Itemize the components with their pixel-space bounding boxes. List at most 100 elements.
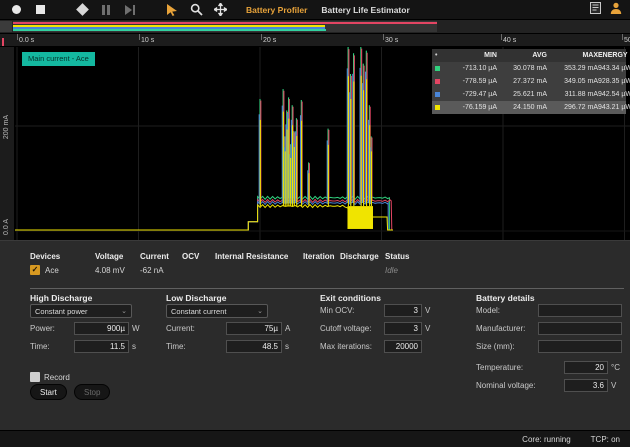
temperature-unit: °C	[611, 363, 620, 372]
stop-icon[interactable]	[32, 3, 48, 17]
internal-resistance-header: Internal Resistance	[215, 252, 288, 261]
nominal-voltage-unit: V	[611, 381, 616, 390]
start-button[interactable]: Start	[30, 384, 67, 400]
tab-battery-profiler[interactable]: Battery Profiler	[246, 5, 307, 15]
iteration-header: Iteration	[303, 252, 335, 261]
user-icon[interactable]	[610, 1, 622, 19]
devices-header: Devices	[30, 252, 60, 261]
chart-series-badge[interactable]: Main current - Ace	[22, 52, 95, 66]
cutoff-voltage-input[interactable]: 3	[384, 322, 422, 335]
ld-current-input[interactable]: 75µ	[226, 322, 282, 335]
voltage-header: Voltage	[95, 252, 123, 261]
high-discharge-title: High Discharge	[30, 293, 92, 303]
nominal-voltage-label: Nominal voltage:	[476, 381, 536, 390]
stats-table[interactable]: • MIN AVG MAX ENERGY -713.10 µA30.078 mA…	[432, 49, 626, 114]
ld-time-label: Time:	[166, 342, 186, 351]
low-discharge-mode-select[interactable]: Constant current⌄	[166, 304, 268, 318]
section-divider	[30, 288, 624, 289]
ld-time-input[interactable]: 48.5	[226, 340, 282, 353]
pan-icon[interactable]	[212, 3, 228, 17]
configuration-panel: Devices Voltage Current OCV Internal Res…	[0, 240, 630, 430]
core-status: Core: running	[522, 435, 570, 444]
log-icon[interactable]	[590, 1, 601, 19]
discharge-header: Discharge	[340, 252, 379, 261]
series-color-chip	[435, 79, 440, 84]
time-tick: 50 s	[624, 37, 630, 44]
manufacturer-input[interactable]	[538, 322, 622, 335]
chevron-down-icon: ⌄	[121, 307, 127, 315]
current-chart[interactable]: 200 mA 0.0 A Main current - Ace • MIN AV…	[0, 47, 630, 240]
record-checkbox[interactable]	[30, 372, 40, 382]
battery-details-title: Battery details	[476, 293, 535, 303]
cursor-icon[interactable]	[164, 3, 180, 17]
zoom-icon[interactable]	[188, 3, 204, 17]
size-input[interactable]	[538, 340, 622, 353]
battery-profiler-window: Battery Profiler Battery Life Estimator …	[0, 0, 630, 447]
time-tick: 10 s	[141, 37, 154, 44]
power-unit: W	[132, 324, 140, 333]
max-iterations-input[interactable]: 20000	[384, 340, 422, 353]
min-ocv-input[interactable]: 3	[384, 304, 422, 317]
time-tick: 30 s	[385, 37, 398, 44]
exit-conditions-title: Exit conditions	[320, 293, 381, 303]
current-header: Current	[140, 252, 169, 261]
hd-time-label: Time:	[30, 342, 50, 351]
overview-line-green	[13, 29, 326, 32]
stats-row-yellow[interactable]: -76.159 µA24.150 mA 296.72 mA943.21 µWh	[432, 101, 626, 114]
low-discharge-title: Low Discharge	[166, 293, 226, 303]
y-axis-label-0a: 0.0 A	[3, 219, 10, 235]
overview-left-cap	[0, 21, 12, 32]
cutoff-voltage-unit: V	[425, 324, 430, 333]
device-current-value: -62 nA	[140, 266, 164, 275]
series-color-chip	[435, 105, 440, 110]
stats-row-green[interactable]: -713.10 µA30.078 mA 353.29 mA943.34 µWh	[432, 62, 626, 75]
status-header: Status	[385, 252, 409, 261]
manufacturer-label: Manufacturer:	[476, 324, 525, 333]
time-tick: 0.0 s	[19, 37, 34, 44]
axis-marker	[2, 38, 4, 47]
ld-current-label: Current:	[166, 324, 195, 333]
ld-time-unit: s	[285, 342, 289, 351]
power-label: Power:	[30, 324, 55, 333]
toolbar: Battery Profiler Battery Life Estimator	[0, 0, 630, 20]
size-label: Size (mm):	[476, 342, 515, 351]
min-ocv-unit: V	[425, 306, 430, 315]
nominal-voltage-input[interactable]: 3.6	[564, 379, 608, 392]
stats-row-red[interactable]: -778.59 µA27.372 mA 349.05 mA928.35 µWh	[432, 75, 626, 88]
high-discharge-mode-select[interactable]: Constant power⌄	[30, 304, 132, 318]
stop-button[interactable]: Stop	[74, 384, 110, 400]
device-ace-checkbox[interactable]: ✓	[30, 265, 40, 275]
time-axis[interactable]: 0.0 s 10 s 20 s 30 s 40 s 50 s	[0, 33, 630, 47]
time-tick: 20 s	[263, 37, 276, 44]
stats-header-row: • MIN AVG MAX ENERGY	[432, 49, 626, 62]
hd-time-input[interactable]: 11.5	[74, 340, 129, 353]
y-axis-gutter: 200 mA 0.0 A	[0, 47, 15, 240]
min-ocv-label: Min OCV:	[320, 306, 354, 315]
chevron-down-icon: ⌄	[257, 307, 263, 315]
power-input[interactable]: 900µ	[74, 322, 129, 335]
tab-battery-life-estimator[interactable]: Battery Life Estimator	[321, 5, 409, 15]
pause-icon[interactable]	[98, 3, 114, 17]
cutoff-voltage-label: Cutoff voltage:	[320, 324, 371, 333]
series-color-chip	[435, 66, 440, 71]
tcp-status: TCP: on	[591, 435, 620, 444]
step-forward-icon[interactable]	[122, 3, 138, 17]
model-input[interactable]	[538, 304, 622, 317]
series-color-chip	[435, 92, 440, 97]
recording-overview-scrubber[interactable]	[0, 20, 630, 33]
hd-time-unit: s	[132, 342, 136, 351]
record-icon[interactable]	[8, 3, 24, 17]
device-voltage-value: 4.08 mV	[95, 266, 125, 275]
device-name[interactable]: Ace	[45, 266, 59, 275]
ld-current-unit: A	[285, 324, 290, 333]
stats-row-blue[interactable]: -729.47 µA25.621 mA 311.88 mA942.54 µWh	[432, 88, 626, 101]
record-label: Record	[44, 373, 70, 382]
y-axis-label-200ma: 200 mA	[3, 115, 10, 139]
max-iterations-label: Max iterations:	[320, 342, 372, 351]
temperature-input[interactable]: 20	[564, 361, 608, 374]
time-tick: 40 s	[503, 37, 516, 44]
ocv-header: OCV	[182, 252, 199, 261]
device-status-value: Idle	[385, 266, 398, 275]
diamond-icon[interactable]	[74, 3, 90, 17]
model-label: Model:	[476, 306, 500, 315]
